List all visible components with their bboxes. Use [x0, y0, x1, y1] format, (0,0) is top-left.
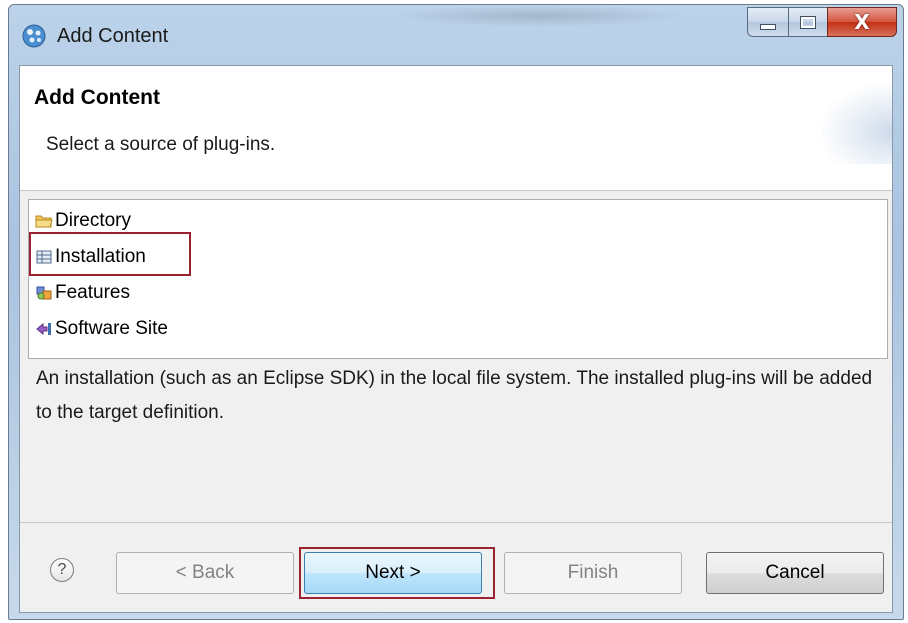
maximize-button[interactable] [788, 7, 828, 37]
wizard-header: Add Content Select a source of plug-ins. [20, 66, 892, 191]
header-decoration [822, 84, 892, 164]
software-site-icon [35, 320, 53, 338]
close-icon: X [854, 10, 870, 34]
features-icon [35, 284, 53, 302]
next-button[interactable]: Next > [304, 552, 482, 594]
finish-button[interactable]: Finish [504, 552, 682, 594]
next-button-label: Next > [365, 562, 421, 583]
list-item-label: Software Site [55, 318, 168, 339]
caption-buttons: X [747, 7, 897, 37]
back-button-label: < Back [175, 562, 235, 583]
finish-button-label: Finish [567, 562, 619, 583]
maximize-icon [800, 15, 816, 29]
add-content-dialog: Add Content X Add Content Select a sourc… [8, 4, 904, 620]
eclipse-globe-icon [22, 24, 46, 48]
page-title: Add Content [34, 86, 160, 109]
folder-icon [35, 212, 53, 230]
installation-icon [35, 248, 53, 266]
selection-description: An installation (such as an Eclipse SDK)… [28, 362, 888, 432]
list-item-software-site[interactable]: Software Site [35, 314, 168, 344]
cancel-button[interactable]: Cancel [706, 552, 884, 594]
list-item-installation[interactable]: Installation [35, 242, 146, 272]
title-bar-glare [389, 5, 689, 27]
help-button[interactable]: ? [50, 558, 74, 582]
list-item-label: Features [55, 282, 130, 303]
list-item-features[interactable]: Features [35, 278, 130, 308]
title-bar[interactable]: Add Content X [9, 5, 903, 57]
page-description: Select a source of plug-ins. [46, 134, 276, 155]
minimize-button[interactable] [747, 7, 789, 37]
minimize-icon [760, 24, 776, 30]
help-icon: ? [57, 561, 67, 578]
list-item-directory[interactable]: Directory [35, 206, 131, 236]
footer-separator [20, 522, 892, 523]
cancel-button-label: Cancel [765, 562, 825, 583]
close-button[interactable]: X [827, 7, 897, 37]
back-button[interactable]: < Back [116, 552, 294, 594]
window-title: Add Content [57, 25, 169, 47]
list-item-label: Directory [55, 210, 132, 231]
source-list[interactable]: Directory Installation Features Software… [28, 199, 888, 359]
list-item-label: Installation [55, 246, 146, 267]
dialog-client-area: Add Content Select a source of plug-ins.… [19, 65, 893, 613]
